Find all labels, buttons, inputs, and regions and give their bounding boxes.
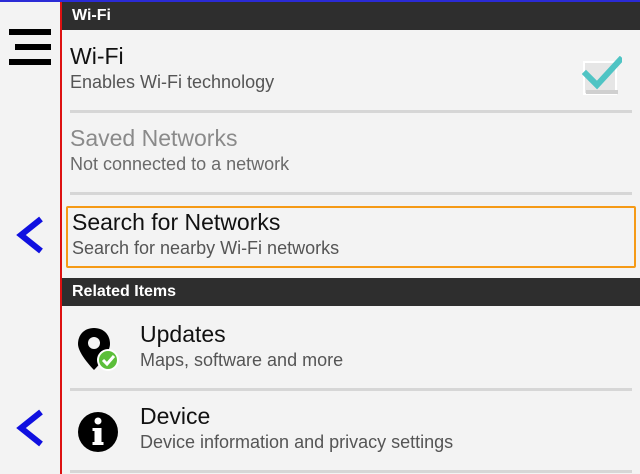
- saved-networks-title: Saved Networks: [70, 125, 238, 151]
- divider: [70, 470, 632, 473]
- updates-title: Updates: [140, 321, 226, 347]
- left-rail: [0, 0, 62, 474]
- back-button-top[interactable]: [0, 205, 60, 265]
- divider: [70, 192, 632, 195]
- section-header-related: Related Items: [62, 278, 640, 306]
- hamburger-menu-icon: [9, 29, 51, 65]
- updates-text: Updates Maps, software and more: [140, 320, 343, 372]
- wifi-subtitle: Enables Wi-Fi technology: [70, 72, 275, 92]
- device-item[interactable]: Device Device information and privacy se…: [70, 400, 632, 464]
- wifi-checkbox[interactable]: [581, 55, 625, 96]
- device-subtitle: Device information and privacy settings: [140, 432, 454, 452]
- map-pin-check-icon: [78, 328, 119, 371]
- device-icon-cell: [76, 408, 126, 458]
- device-text: Device Device information and privacy se…: [140, 402, 453, 454]
- chevron-left-icon: [16, 409, 43, 447]
- search-networks-item[interactable]: Search for Networks Search for nearby Wi…: [66, 206, 636, 268]
- section-header-wifi: Wi-Fi: [62, 2, 640, 30]
- info-circle-icon: [78, 412, 118, 452]
- device-title: Device: [140, 403, 211, 429]
- updates-icon-cell: [76, 326, 126, 376]
- saved-networks-item[interactable]: Saved Networks Not connected to a networ…: [70, 124, 632, 186]
- chevron-left-icon: [16, 216, 43, 254]
- divider: [70, 110, 632, 113]
- wifi-title: Wi-Fi: [70, 43, 124, 69]
- menu-button[interactable]: [0, 22, 60, 72]
- search-networks-title: Search for Networks: [72, 209, 281, 235]
- wifi-toggle-item[interactable]: Wi-Fi Enables Wi-Fi technology: [70, 42, 632, 104]
- saved-networks-subtitle: Not connected to a network: [70, 154, 290, 174]
- checkbox-checked-icon: [581, 55, 625, 95]
- updates-item[interactable]: Updates Maps, software and more: [70, 318, 632, 382]
- settings-list: Wi-Fi Wi-Fi Enables Wi-Fi technology Sav…: [62, 0, 640, 474]
- divider: [70, 388, 632, 391]
- back-button-bottom[interactable]: [0, 398, 60, 458]
- updates-subtitle: Maps, software and more: [140, 350, 344, 370]
- search-networks-subtitle: Search for nearby Wi-Fi networks: [72, 238, 340, 258]
